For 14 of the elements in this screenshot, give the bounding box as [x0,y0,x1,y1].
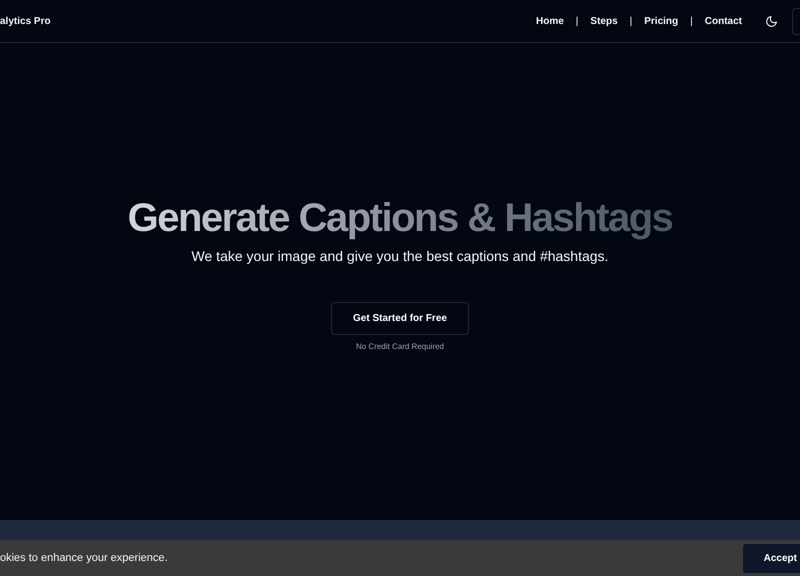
nav-link[interactable]: Contact [704,14,742,28]
cookie-message: okies to enhance your experience. [0,550,168,566]
get-started-button[interactable]: Get Started for Free [331,302,469,335]
nav-link[interactable]: Home [536,14,564,28]
brand-logo-text[interactable]: alytics Pro [0,14,51,28]
nav-separator: | [690,14,693,28]
hero-subtitle: We take your image and give you the best captions and #hashtags. [192,247,608,266]
no-credit-card-note: No Credit Card Required [356,341,444,353]
moon-icon[interactable] [765,14,778,28]
nav-separator: | [630,14,632,28]
nav-link[interactable]: Pricing [644,14,678,28]
nav-link[interactable]: Steps [590,14,618,28]
accept-button[interactable]: Accept [742,544,800,572]
nav-separator: | [576,14,578,28]
